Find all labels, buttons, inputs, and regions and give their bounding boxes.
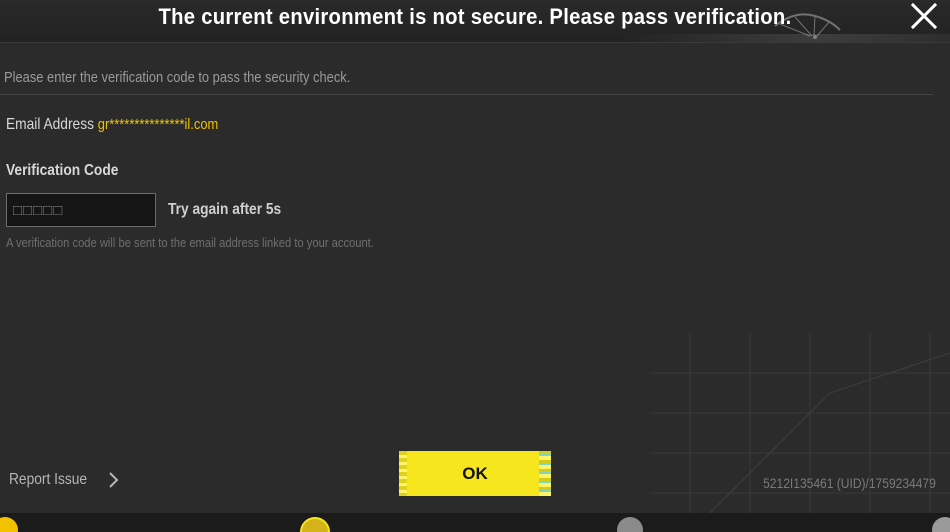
ok-button-label: OK xyxy=(462,464,488,483)
report-issue-link[interactable]: Report Issue xyxy=(9,471,120,489)
verification-screen: The current environment is not secure. P… xyxy=(0,0,950,532)
verification-code-input[interactable] xyxy=(6,193,156,227)
close-icon[interactable] xyxy=(908,2,940,32)
rank-badge-icon[interactable] xyxy=(300,517,330,532)
retry-countdown: Try again after 5s xyxy=(168,201,282,218)
dialog-title: The current environment is not secure. P… xyxy=(158,4,792,29)
email-value: gr***************il.com xyxy=(97,116,219,133)
verification-code-label: Verification Code xyxy=(6,162,119,179)
dialog-body: Please enter the verification code to pa… xyxy=(0,43,950,513)
ok-button[interactable]: OK xyxy=(399,451,551,496)
gear-icon[interactable] xyxy=(932,517,950,532)
hint-text: A verification code will be sent to the … xyxy=(6,235,374,250)
instruction-text: Please enter the verification code to pa… xyxy=(4,69,351,86)
email-label: Email Address xyxy=(6,116,94,133)
uid-text: 5212I135461 (UID)/1759234479 xyxy=(763,475,936,491)
title-bar: The current environment is not secure. P… xyxy=(0,0,950,43)
report-issue-label: Report Issue xyxy=(9,471,88,488)
divider xyxy=(0,94,933,95)
bottom-toolbar xyxy=(0,513,950,532)
email-row: Email Address gr***************il.com xyxy=(6,116,218,134)
chevron-right-icon xyxy=(109,472,119,488)
settings-gear-icon[interactable] xyxy=(617,517,643,532)
currency-icon[interactable] xyxy=(0,517,18,532)
